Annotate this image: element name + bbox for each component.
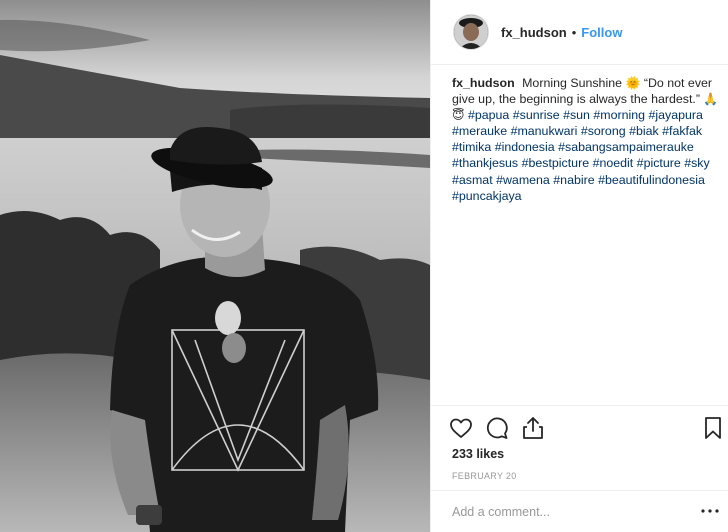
- hashtag-link[interactable]: #fakfak: [662, 124, 702, 138]
- hashtag-link[interactable]: #thankjesus: [452, 156, 518, 170]
- hashtag-link[interactable]: #sabangsampaimerauke: [558, 140, 694, 154]
- avatar[interactable]: [453, 14, 489, 50]
- hashtag-link[interactable]: #sky: [684, 156, 709, 170]
- hashtag-link[interactable]: #bestpicture: [522, 156, 590, 170]
- instagram-post: fx_hudson • Follow fx_hudson Morning Sun…: [0, 0, 728, 532]
- post-photo[interactable]: [0, 0, 430, 532]
- header-username[interactable]: fx_hudson: [501, 25, 567, 40]
- sun-emoji-icon: 🌞: [625, 76, 641, 90]
- hashtag-link[interactable]: #beautifulindonesia: [598, 173, 705, 187]
- comment-bar: [431, 490, 728, 532]
- comment-input[interactable]: [452, 503, 682, 521]
- hashtag-link[interactable]: #indonesia: [495, 140, 555, 154]
- hashtag-link[interactable]: #puncakjaya: [452, 189, 522, 203]
- caption-username[interactable]: fx_hudson: [452, 76, 515, 90]
- photo-illustration: [0, 0, 430, 532]
- hashtag-link[interactable]: #wamena: [496, 173, 550, 187]
- actions-divider: [431, 405, 728, 406]
- comment-icon[interactable]: [483, 414, 511, 442]
- hashtag-link[interactable]: #biak: [629, 124, 659, 138]
- action-bar: [447, 414, 727, 442]
- header-separator: •: [571, 24, 577, 40]
- pray-emoji-icon: 🙏: [703, 92, 719, 107]
- hashtag-link[interactable]: #asmat: [452, 173, 493, 187]
- hashtag-link[interactable]: #nabire: [553, 173, 594, 187]
- hashtag-link[interactable]: #timika: [452, 140, 491, 154]
- post-header: fx_hudson • Follow: [431, 0, 728, 65]
- share-icon[interactable]: [519, 414, 547, 442]
- post-sidebar: fx_hudson • Follow fx_hudson Morning Sun…: [430, 0, 728, 532]
- caption-text-start: Morning Sunshine: [522, 76, 622, 90]
- hashtag-link[interactable]: #jayapura: [649, 108, 703, 122]
- heart-icon[interactable]: [447, 414, 475, 442]
- hashtag-list: #papua #sunrise #sun #morning #jayapura …: [452, 108, 710, 202]
- hashtag-link[interactable]: #manukwari: [511, 124, 578, 138]
- hashtag-link[interactable]: #papua: [468, 108, 509, 122]
- hashtag-link[interactable]: #picture: [637, 156, 681, 170]
- hashtag-link[interactable]: #noedit: [593, 156, 634, 170]
- post-date[interactable]: FEBRUARY 20: [452, 471, 517, 481]
- post-caption: fx_hudson Morning Sunshine 🌞 “Do not eve…: [452, 75, 722, 204]
- smile-emoji-icon: 😇: [452, 108, 465, 123]
- hashtag-link[interactable]: #morning: [593, 108, 645, 122]
- like-count[interactable]: 233 likes: [452, 447, 504, 461]
- hashtag-link[interactable]: #sunrise: [513, 108, 560, 122]
- avatar-image: [454, 15, 488, 49]
- hashtag-link[interactable]: #merauke: [452, 124, 507, 138]
- follow-button[interactable]: Follow: [581, 25, 622, 40]
- bookmark-icon[interactable]: [699, 414, 727, 442]
- more-options-icon[interactable]: [698, 499, 722, 523]
- hashtag-link[interactable]: #sun: [563, 108, 590, 122]
- hashtag-link[interactable]: #sorong: [581, 124, 626, 138]
